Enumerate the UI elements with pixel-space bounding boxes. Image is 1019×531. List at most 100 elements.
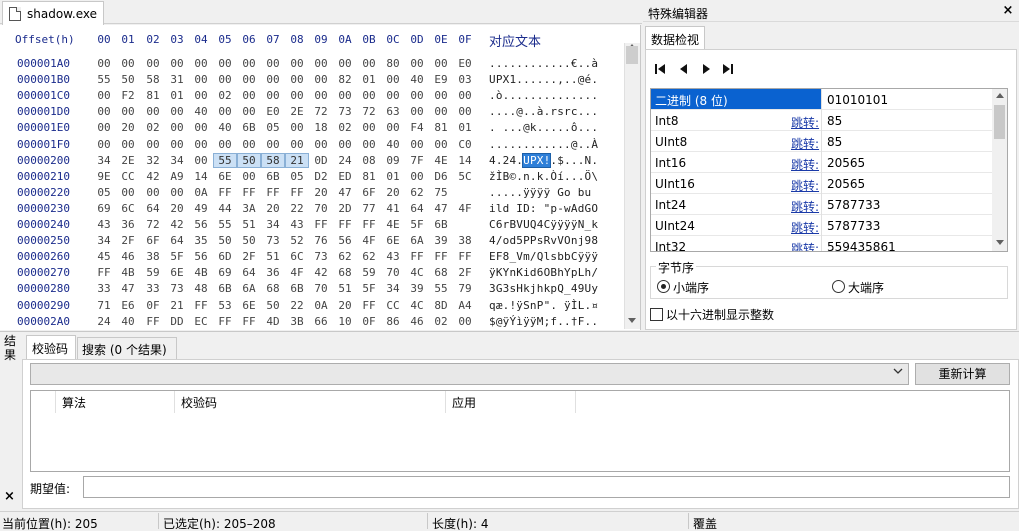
hex-row[interactable]: 00000240 43 36 72 42 56 55 51 34 43 FF FF FF 4E 5F 6B C6… bbox=[0, 218, 624, 234]
jump-link[interactable]: 跳转: bbox=[791, 156, 819, 173]
hex-byte[interactable]: 73 bbox=[334, 105, 356, 118]
hex-byte[interactable]: 00 bbox=[166, 186, 188, 199]
hex-byte[interactable]: 00 bbox=[214, 105, 236, 118]
hex-byte[interactable]: 43 bbox=[382, 250, 404, 263]
hex-byte[interactable]: 47 bbox=[334, 186, 356, 199]
hex-byte[interactable]: 69 bbox=[93, 202, 115, 215]
text-column[interactable]: žÌB©.n.k.Òí...Ö\ bbox=[489, 170, 598, 183]
hex-byte[interactable]: 09 bbox=[382, 154, 404, 167]
last-icon[interactable] bbox=[720, 61, 736, 77]
hex-byte[interactable]: 6E bbox=[382, 234, 404, 247]
text-column[interactable]: ....@..à.rsrc... bbox=[489, 105, 598, 118]
hex-byte[interactable]: 80 bbox=[382, 57, 404, 70]
hex-byte[interactable]: 36 bbox=[262, 266, 284, 279]
hex-byte[interactable]: 33 bbox=[93, 282, 115, 295]
hex-byte[interactable]: 00 bbox=[93, 105, 115, 118]
hex-byte[interactable]: 73 bbox=[166, 282, 188, 295]
hex-scroll-thumb[interactable] bbox=[626, 46, 638, 64]
hex-byte[interactable]: 20 bbox=[262, 202, 284, 215]
hex-row[interactable]: 00000280 33 47 33 73 48 6B 6A 68 6B 70 51 5F 34 39 55 79… bbox=[0, 282, 624, 298]
hex-byte[interactable]: 6C bbox=[286, 250, 308, 263]
next-icon[interactable] bbox=[698, 61, 714, 77]
hex-byte[interactable]: 6B bbox=[214, 282, 236, 295]
hex-byte[interactable]: 22 bbox=[286, 202, 308, 215]
hex-byte[interactable]: 01 bbox=[382, 170, 404, 183]
hex-byte[interactable]: 56 bbox=[190, 250, 212, 263]
hex-byte[interactable]: FF bbox=[238, 315, 260, 328]
hex-byte[interactable]: 5F bbox=[166, 250, 188, 263]
hex-byte[interactable]: 00 bbox=[286, 138, 308, 151]
hex-byte[interactable]: FF bbox=[214, 186, 236, 199]
jump-link[interactable]: 跳转: bbox=[791, 219, 819, 236]
hex-byte[interactable]: 6B bbox=[286, 282, 308, 295]
hex-byte[interactable]: 8D bbox=[430, 299, 452, 312]
hex-byte[interactable]: 00 bbox=[93, 89, 115, 102]
first-icon[interactable] bbox=[652, 61, 668, 77]
hex-byte[interactable]: 6B bbox=[238, 121, 260, 134]
hex-byte[interactable]: 00 bbox=[142, 105, 164, 118]
hex-byte[interactable]: 00 bbox=[406, 138, 428, 151]
hex-byte[interactable]: ED bbox=[334, 170, 356, 183]
hex-byte[interactable]: 81 bbox=[142, 89, 164, 102]
scroll-up-icon[interactable] bbox=[996, 93, 1004, 98]
hex-row[interactable]: 000001E0 00 20 02 00 00 40 6B 05 00 18 02 00 00 F4 81 01… bbox=[0, 121, 624, 137]
hex-byte[interactable]: 00 bbox=[406, 170, 428, 183]
inspector-value[interactable]: 85 bbox=[827, 114, 842, 128]
hex-row[interactable]: 00000210 9E CC 42 A9 14 6E 00 6B 05 D2 ED 81 01 00 D6 5C… bbox=[0, 170, 624, 186]
hex-byte[interactable]: 41 bbox=[382, 202, 404, 215]
hex-byte[interactable]: D2 bbox=[310, 170, 332, 183]
hex-byte[interactable]: 50 bbox=[237, 152, 261, 168]
hex-row[interactable]: 000002A0 24 40 FF DD EC FF FF 4D 3B 66 10 0F 86 46 02 00… bbox=[0, 315, 624, 330]
column-divider[interactable] bbox=[174, 391, 175, 413]
hex-byte[interactable]: 62 bbox=[358, 250, 380, 263]
hex-byte[interactable]: 20 bbox=[334, 299, 356, 312]
hex-byte[interactable]: 51 bbox=[334, 282, 356, 295]
hex-byte[interactable]: 86 bbox=[382, 315, 404, 328]
hex-byte[interactable]: 2F bbox=[454, 266, 476, 279]
hex-byte[interactable]: 00 bbox=[190, 121, 212, 134]
hex-byte[interactable]: FF bbox=[238, 186, 260, 199]
hex-byte[interactable]: 81 bbox=[430, 121, 452, 134]
hex-byte[interactable]: 00 bbox=[382, 89, 404, 102]
hex-byte[interactable]: 20 bbox=[166, 202, 188, 215]
hex-byte[interactable]: 00 bbox=[238, 170, 260, 183]
column-header-apply[interactable]: 应用 bbox=[452, 394, 476, 411]
hex-editor[interactable]: Offset(h) 00 01 02 03 04 05 06 07 08 09 … bbox=[0, 25, 641, 330]
hex-byte[interactable]: 63 bbox=[382, 105, 404, 118]
hex-byte[interactable]: 00 bbox=[262, 73, 284, 86]
hex-byte[interactable]: 6D bbox=[214, 250, 236, 263]
hex-byte[interactable]: 5F bbox=[358, 282, 380, 295]
text-column[interactable]: ............€..à bbox=[489, 57, 598, 70]
hex-byte[interactable]: 08 bbox=[358, 154, 380, 167]
hex-row[interactable]: 000001C0 00 F2 81 01 00 02 00 00 00 00 00 00 00 00 00 00… bbox=[0, 89, 624, 105]
hex-byte[interactable]: 58 bbox=[142, 73, 164, 86]
hex-byte[interactable]: 00 bbox=[454, 315, 476, 328]
hex-byte[interactable]: 50 bbox=[238, 234, 260, 247]
hex-byte[interactable]: 70 bbox=[382, 266, 404, 279]
hex-byte[interactable]: 64 bbox=[166, 234, 188, 247]
hex-byte[interactable]: E6 bbox=[117, 299, 139, 312]
recalculate-button[interactable]: 重新计算 bbox=[915, 363, 1010, 385]
hex-byte[interactable]: 52 bbox=[286, 234, 308, 247]
text-column[interactable]: C6rBVUQ4CÿÿÿÿN_k bbox=[489, 218, 598, 231]
hex-byte[interactable]: 6F bbox=[142, 234, 164, 247]
hex-byte[interactable]: 77 bbox=[358, 202, 380, 215]
hex-row[interactable]: 000001F0 00 00 00 00 00 00 00 00 00 00 00 00 40 00 00 C0… bbox=[0, 138, 624, 154]
hex-byte[interactable]: 00 bbox=[166, 121, 188, 134]
text-column[interactable]: ............@..À bbox=[489, 138, 598, 151]
tab-data-inspector[interactable]: 数据检视 bbox=[645, 26, 705, 49]
hex-byte[interactable]: 00 bbox=[430, 89, 452, 102]
hex-byte[interactable]: 00 bbox=[406, 105, 428, 118]
hex-byte[interactable]: 45 bbox=[93, 250, 115, 263]
hex-byte[interactable]: 21 bbox=[166, 299, 188, 312]
hex-byte[interactable]: 76 bbox=[310, 234, 332, 247]
previous-icon[interactable] bbox=[676, 61, 692, 77]
hex-byte[interactable]: 42 bbox=[142, 170, 164, 183]
hex-display-checkbox[interactable] bbox=[650, 308, 663, 321]
inspector-row[interactable]: Int24 跳转: 5787733 bbox=[651, 194, 993, 215]
hex-byte[interactable]: 73 bbox=[310, 250, 332, 263]
chevron-down-icon[interactable] bbox=[893, 367, 903, 378]
hex-byte[interactable]: 00 bbox=[310, 73, 332, 86]
hex-byte[interactable]: E0 bbox=[454, 57, 476, 70]
hex-byte[interactable]: FF bbox=[93, 266, 115, 279]
